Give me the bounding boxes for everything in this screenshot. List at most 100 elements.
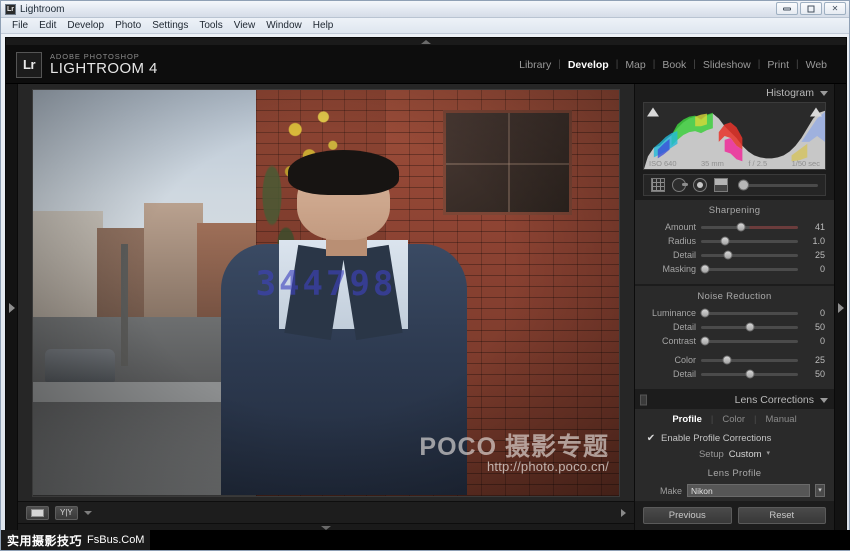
- tab-profile[interactable]: Profile: [663, 414, 711, 425]
- menu-item-photo[interactable]: Photo: [110, 19, 146, 32]
- graduated-filter-icon[interactable]: [714, 178, 728, 192]
- slider-track[interactable]: [701, 322, 798, 332]
- checkbox-checked-icon[interactable]: ✔: [646, 433, 656, 444]
- slider-track[interactable]: [701, 236, 798, 246]
- toolbar-expand-icon[interactable]: [621, 508, 626, 517]
- menu-item-tools[interactable]: Tools: [194, 19, 227, 32]
- histogram[interactable]: ISO 640 35 mm f / 2.5 1/50 sec: [643, 102, 826, 170]
- noise-reduction-title: Noise Reduction: [697, 291, 772, 302]
- slider-value: 0: [819, 308, 825, 318]
- slider-label: Luminance: [651, 308, 696, 318]
- slider-knob[interactable]: [736, 222, 746, 232]
- close-button[interactable]: ✕: [824, 2, 846, 15]
- slider-nr-color-detail[interactable]: Detail 50: [644, 367, 825, 381]
- right-panel-collapse-strip[interactable]: [834, 84, 846, 531]
- menu-item-develop[interactable]: Develop: [62, 19, 109, 32]
- top-panel-handle[interactable]: [6, 38, 846, 46]
- lens-corrections-toggle-switch[interactable]: [640, 394, 647, 406]
- module-develop[interactable]: Develop: [561, 59, 616, 71]
- lens-corrections-section: Profile | Color | Manual ✔ Enable Profil…: [635, 409, 834, 501]
- slider-track[interactable]: [700, 264, 798, 274]
- slider-label: Radius: [667, 236, 696, 246]
- expand-left-panel-icon[interactable]: [8, 302, 15, 313]
- lens-make-value[interactable]: Nikon: [687, 484, 810, 497]
- sharpening-title: Sharpening: [708, 205, 761, 216]
- module-map[interactable]: Map: [618, 59, 652, 71]
- slider-knob[interactable]: [723, 250, 733, 260]
- slider-sharpening-radius[interactable]: Radius 1.0: [644, 234, 825, 248]
- slider-knob[interactable]: [700, 264, 710, 274]
- module-book[interactable]: Book: [655, 59, 693, 71]
- spot-removal-icon[interactable]: [672, 178, 688, 192]
- maximize-button[interactable]: [800, 2, 822, 15]
- slider-track[interactable]: [700, 308, 798, 318]
- application-window: Lr Lightroom ✕ File Edit Develop Photo S…: [0, 0, 850, 551]
- reset-button[interactable]: Reset: [737, 507, 826, 524]
- photo-subject-hair: [287, 150, 400, 196]
- chevron-down-icon[interactable]: [820, 90, 828, 96]
- slider-knob[interactable]: [700, 308, 710, 318]
- slider-sharpening-detail[interactable]: Detail 25: [644, 248, 825, 262]
- slider-label: Detail: [672, 322, 696, 332]
- module-web[interactable]: Web: [799, 59, 834, 71]
- photo-preview[interactable]: 344798 POCO 摄影专题 http://photo.poco.cn/: [32, 88, 620, 497]
- tab-color[interactable]: Color: [713, 414, 754, 425]
- slider-label: Contrast: [661, 336, 696, 346]
- chevron-down-icon[interactable]: [83, 510, 92, 515]
- slider-knob[interactable]: [722, 355, 732, 365]
- image-canvas[interactable]: 344798 POCO 摄影专题 http://photo.poco.cn/: [18, 84, 634, 501]
- before-after-button[interactable]: Y|Y: [55, 505, 78, 520]
- slider-value: 25: [814, 250, 825, 260]
- histogram-exif: ISO 640 35 mm f / 2.5 1/50 sec: [644, 159, 825, 168]
- menu-item-window[interactable]: Window: [261, 19, 307, 32]
- slider-nr-contrast[interactable]: Contrast 0: [644, 334, 825, 348]
- slider-knob[interactable]: [745, 322, 754, 332]
- minimize-button[interactable]: [776, 2, 798, 15]
- module-library[interactable]: Library: [512, 59, 558, 71]
- window-titlebar: Lr Lightroom ✕: [1, 1, 849, 18]
- adjustment-brush-slider[interactable]: [738, 183, 818, 187]
- slider-nr-detail[interactable]: Detail 50: [644, 320, 825, 334]
- menu-item-settings[interactable]: Settings: [147, 19, 193, 32]
- slider-track[interactable]: [701, 369, 798, 379]
- lens-corrections-header[interactable]: Lens Corrections: [635, 391, 834, 409]
- slider-sharpening-masking[interactable]: Masking 0: [644, 262, 825, 276]
- collapse-right-panel-icon[interactable]: [837, 302, 844, 313]
- slider-value: 0: [819, 336, 825, 346]
- loupe-icon: [31, 508, 44, 517]
- slider-knob[interactable]: [700, 336, 710, 346]
- exif-focal: 35 mm: [701, 159, 724, 168]
- stepper-icon[interactable]: ▾: [767, 450, 771, 457]
- tab-manual[interactable]: Manual: [757, 414, 806, 425]
- module-slideshow[interactable]: Slideshow: [696, 59, 758, 71]
- crop-overlay-icon[interactable]: [651, 178, 665, 192]
- lens-make-row[interactable]: Make Nikon ▾: [644, 483, 825, 498]
- right-panel-scroll-area[interactable]: Histogram ISO 640 35 mm f / 2.5 1/50 sec…: [635, 84, 834, 501]
- slider-sharpening-amount[interactable]: Amount 41: [644, 220, 825, 234]
- center-watermark: 344798: [255, 264, 397, 305]
- loupe-view-button[interactable]: [26, 505, 49, 520]
- canvas-toolbar: Y|Y: [18, 501, 634, 523]
- slider-knob[interactable]: [745, 369, 754, 379]
- red-eye-correction-icon[interactable]: [693, 178, 707, 192]
- histogram-header[interactable]: Histogram: [635, 84, 834, 102]
- left-panel-collapsed[interactable]: [6, 84, 18, 531]
- menu-item-view[interactable]: View: [229, 19, 261, 32]
- setup-row[interactable]: Setup Custom ▾: [644, 446, 825, 465]
- chevron-down-icon[interactable]: [820, 397, 828, 403]
- slider-track[interactable]: [701, 250, 798, 260]
- lens-make-stepper-icon[interactable]: ▾: [815, 484, 825, 497]
- slider-nr-color[interactable]: Color 25: [644, 353, 825, 367]
- slider-nr-luminance[interactable]: Luminance 0: [644, 306, 825, 320]
- slider-knob[interactable]: [720, 236, 730, 246]
- menu-item-edit[interactable]: Edit: [34, 19, 61, 32]
- setup-value[interactable]: Custom: [729, 449, 762, 460]
- menu-item-help[interactable]: Help: [308, 19, 339, 32]
- previous-button[interactable]: Previous: [643, 507, 732, 524]
- module-print[interactable]: Print: [760, 59, 796, 71]
- slider-track[interactable]: [701, 222, 798, 232]
- slider-track[interactable]: [700, 336, 798, 346]
- enable-profile-corrections-row[interactable]: ✔ Enable Profile Corrections: [644, 430, 825, 446]
- menu-item-file[interactable]: File: [7, 19, 33, 32]
- slider-track[interactable]: [701, 355, 798, 365]
